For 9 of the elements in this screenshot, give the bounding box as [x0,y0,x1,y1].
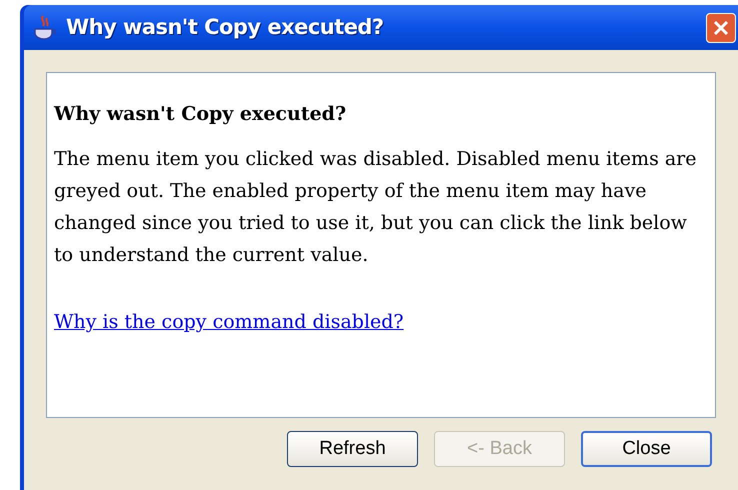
message-paragraph: The menu item you clicked was disabled. Disabled menu items are greyed out. The enabled property of the menu item may have changed since you tried to use it, but you can click the link below to understand the current value. [54,147,698,268]
help-link[interactable]: Why is the copy command disabled? [54,306,404,338]
close-button[interactable] [706,12,736,42]
coffee-cup-icon [32,14,58,42]
dialog-button[interactable]: Close [581,431,712,467]
dialog-button[interactable]: Refresh [287,431,418,467]
message-heading: Why wasn't Copy executed? [54,102,348,127]
window-title: Why wasn't Copy executed? [66,14,384,41]
close-icon [712,18,730,36]
